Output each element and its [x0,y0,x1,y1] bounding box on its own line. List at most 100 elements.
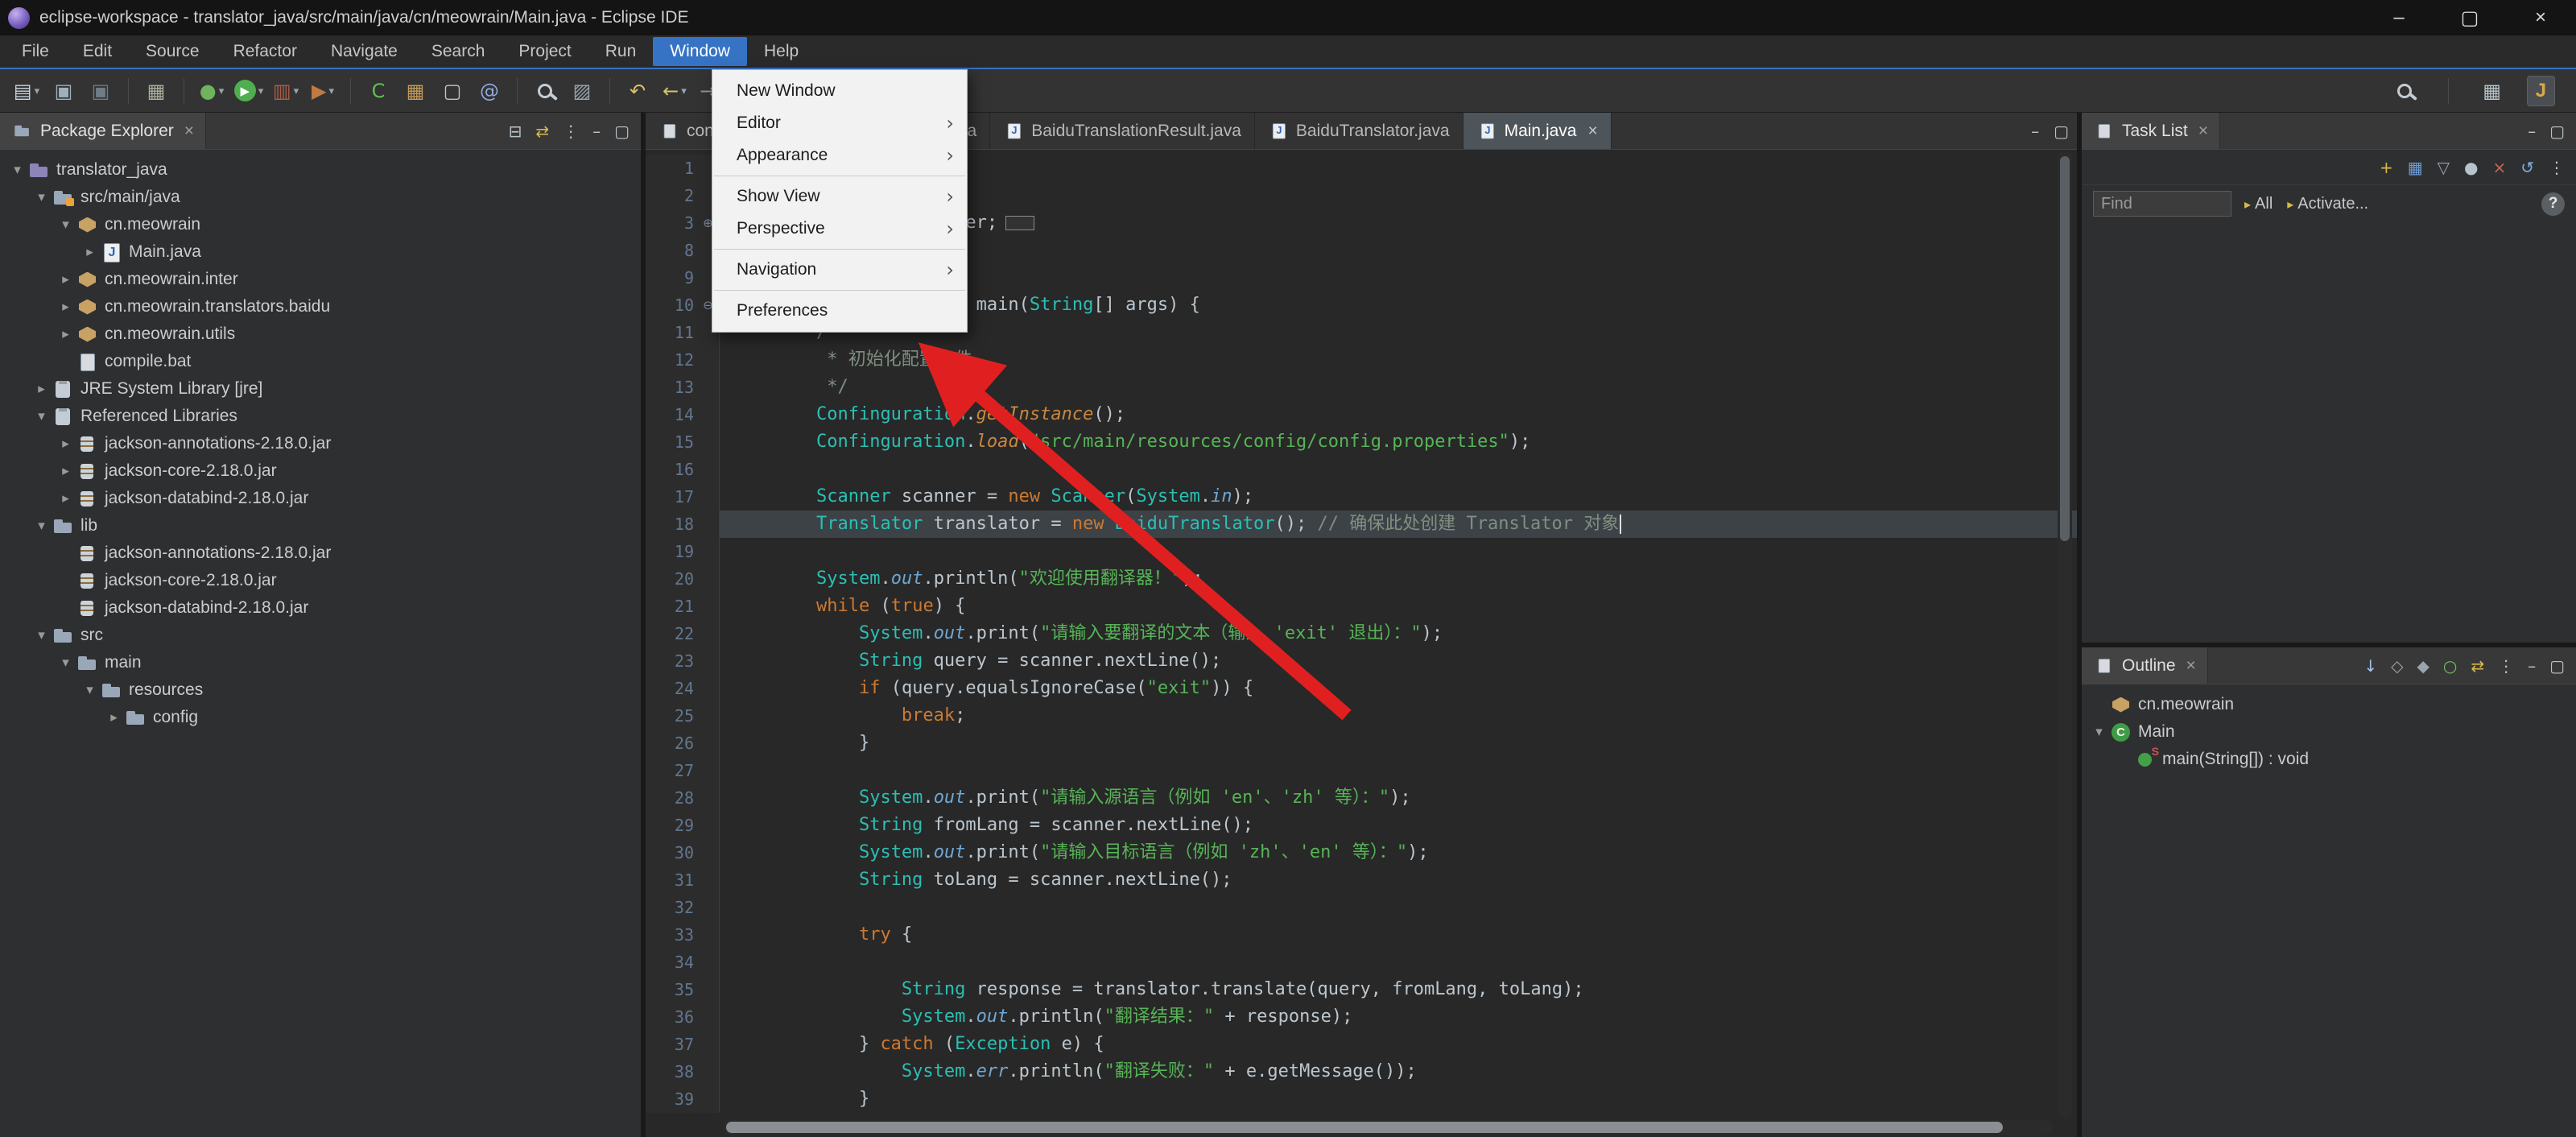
expander-collapsed-icon[interactable]: ▸ [103,709,125,726]
close-icon[interactable]: × [2186,656,2196,676]
open-perspective-icon[interactable]: ▦ [2475,74,2510,108]
folded-region-icon[interactable] [1005,216,1034,230]
help-icon[interactable]: ? [2541,192,2565,216]
new-java-class-icon[interactable]: C [361,74,396,108]
editor-tab-baidutranslationresult-java[interactable]: BaiduTranslationResult.java [990,113,1255,149]
tree-item[interactable]: ▾cn.meowrain [0,211,641,238]
new-java-package-icon[interactable]: ▦ [398,74,433,108]
new-jar-icon[interactable]: ▢ [435,74,470,108]
task-list-link-activate-[interactable]: ▸Activate... [2287,195,2368,213]
new-wizard-icon[interactable]: ▤▾ [9,74,44,108]
menu-run[interactable]: Run [588,37,654,66]
tree-item[interactable]: ▸cn.meowrain.inter [0,266,641,293]
menu-edit[interactable]: Edit [66,37,129,66]
search-icon[interactable] [527,74,563,108]
tab-task-list[interactable]: Task List × [2082,113,2220,149]
tree-item[interactable]: ▸jackson-core-2.18.0.jar [0,457,641,485]
new-task-icon[interactable]: + [2380,158,2393,177]
expander-collapsed-icon[interactable]: ▸ [55,463,76,479]
editor-tab-main-java[interactable]: Main.java× [1463,113,1612,149]
tree-item[interactable]: ▾resources [0,676,641,704]
expander-collapsed-icon[interactable]: ▸ [55,271,76,287]
build-all-icon[interactable]: ▦ [138,74,174,108]
menu-refactor[interactable]: Refactor [217,37,314,66]
categorized-view-icon[interactable]: ▦ [2408,158,2423,177]
expander-expanded-icon[interactable]: ▾ [2088,724,2110,740]
vertical-scrollbar-thumb[interactable] [2060,156,2070,541]
external-tools-icon[interactable]: ▶▾ [305,74,341,108]
menu-navigate[interactable]: Navigate [314,37,415,66]
tree-item[interactable]: ▸cn.meowrain.translators.baidu [0,293,641,320]
menu-project[interactable]: Project [502,37,588,66]
close-icon[interactable]: × [2198,122,2208,141]
tree-item[interactable]: ▸config [0,704,641,731]
expander-expanded-icon[interactable]: ▾ [55,217,76,233]
tab-package-explorer[interactable]: Package Explorer × [0,113,206,149]
tree-item[interactable]: ▾translator_java [0,156,641,184]
java-perspective-button[interactable]: J [2527,76,2555,106]
expander-collapsed-icon[interactable]: ▸ [55,326,76,342]
minimize-button[interactable]: – [2363,0,2434,35]
maximize-icon[interactable]: ▢ [2549,122,2565,141]
expander-expanded-icon[interactable]: ▾ [79,682,101,698]
expander-collapsed-icon[interactable]: ▸ [55,299,76,315]
view-menu-icon[interactable]: ⋮ [2549,158,2565,177]
tree-item[interactable]: ▾src [0,622,641,649]
coverage-icon[interactable]: ▥▾ [268,74,303,108]
hide-nonpublic-icon[interactable]: ○ [2443,656,2457,676]
tree-item[interactable]: ▾src/main/java [0,184,641,211]
hide-fields-icon[interactable]: ◇ [2391,656,2403,676]
expander-expanded-icon[interactable]: ▾ [31,408,52,424]
editor-tab-baidutranslator-java[interactable]: BaiduTranslator.java [1255,113,1463,149]
close-icon[interactable]: × [184,122,194,141]
minimize-icon[interactable]: – [2031,122,2039,141]
tree-item[interactable]: jackson-annotations-2.18.0.jar [0,540,641,567]
sort-icon[interactable]: ↓ [2363,656,2377,676]
expander-expanded-icon[interactable]: ▾ [31,518,52,534]
minimize-icon[interactable]: – [2528,122,2536,141]
collapse-all-icon[interactable]: ⊟ [509,122,522,141]
tree-item[interactable]: ▸JRE System Library [jre] [0,375,641,403]
window-menu-item-navigation[interactable]: Navigation› [712,254,967,286]
minimize-icon[interactable]: – [592,122,601,141]
maximize-button[interactable]: ▢ [2434,0,2505,35]
tree-item[interactable]: compile.bat [0,348,641,375]
maximize-icon[interactable]: ▢ [2549,656,2565,676]
mark-occurrences-icon[interactable]: ▨ [564,74,600,108]
menu-file[interactable]: File [5,37,66,66]
window-menu-item-new-window[interactable]: New Window [712,75,967,107]
tree-item[interactable]: ▸Main.java [0,238,641,266]
close-icon[interactable]: × [1587,122,1597,141]
save-icon[interactable]: ▣ [46,74,81,108]
tree-item[interactable]: ▾lib [0,512,641,540]
clear-icon[interactable]: × [2492,158,2506,177]
view-menu-icon[interactable]: ⋮ [563,122,579,141]
expander-collapsed-icon[interactable]: ▸ [55,490,76,506]
menu-source[interactable]: Source [129,37,217,66]
tree-item[interactable]: jackson-core-2.18.0.jar [0,567,641,594]
person-icon[interactable]: ● [2464,158,2478,177]
window-menu-item-show-view[interactable]: Show View› [712,180,967,213]
save-all-icon[interactable]: ▣ [83,74,118,108]
window-menu-item-editor[interactable]: Editor› [712,107,967,139]
link-with-editor-icon[interactable]: ⇄ [2471,656,2484,676]
menu-search[interactable]: Search [415,37,502,66]
back-icon[interactable]: ←▾ [657,74,692,108]
filter-icon[interactable]: ▽ [2438,158,2450,177]
tree-item[interactable]: jackson-databind-2.18.0.jar [0,594,641,622]
tree-item[interactable]: ▾Referenced Libraries [0,403,641,430]
window-menu-item-preferences[interactable]: Preferences [712,295,967,327]
search-bar-icon[interactable] [2387,74,2422,108]
view-menu-icon[interactable]: ⋮ [2498,656,2514,676]
last-edit-location-icon[interactable]: ↶ [620,74,655,108]
tree-item[interactable]: ▾main [0,649,641,676]
expander-collapsed-icon[interactable]: ▸ [79,244,101,260]
tab-outline[interactable]: Outline × [2082,647,2208,684]
tree-item[interactable]: ▸cn.meowrain.utils [0,320,641,348]
horizontal-scrollbar-thumb[interactable] [726,1122,2003,1133]
maximize-icon[interactable]: ▢ [614,122,630,141]
task-list-link-all[interactable]: ▸All [2244,195,2273,213]
expander-expanded-icon[interactable]: ▾ [55,655,76,671]
tree-item[interactable]: Smain(String[]) : void [2082,746,2576,773]
window-menu-item-perspective[interactable]: Perspective› [712,213,967,245]
